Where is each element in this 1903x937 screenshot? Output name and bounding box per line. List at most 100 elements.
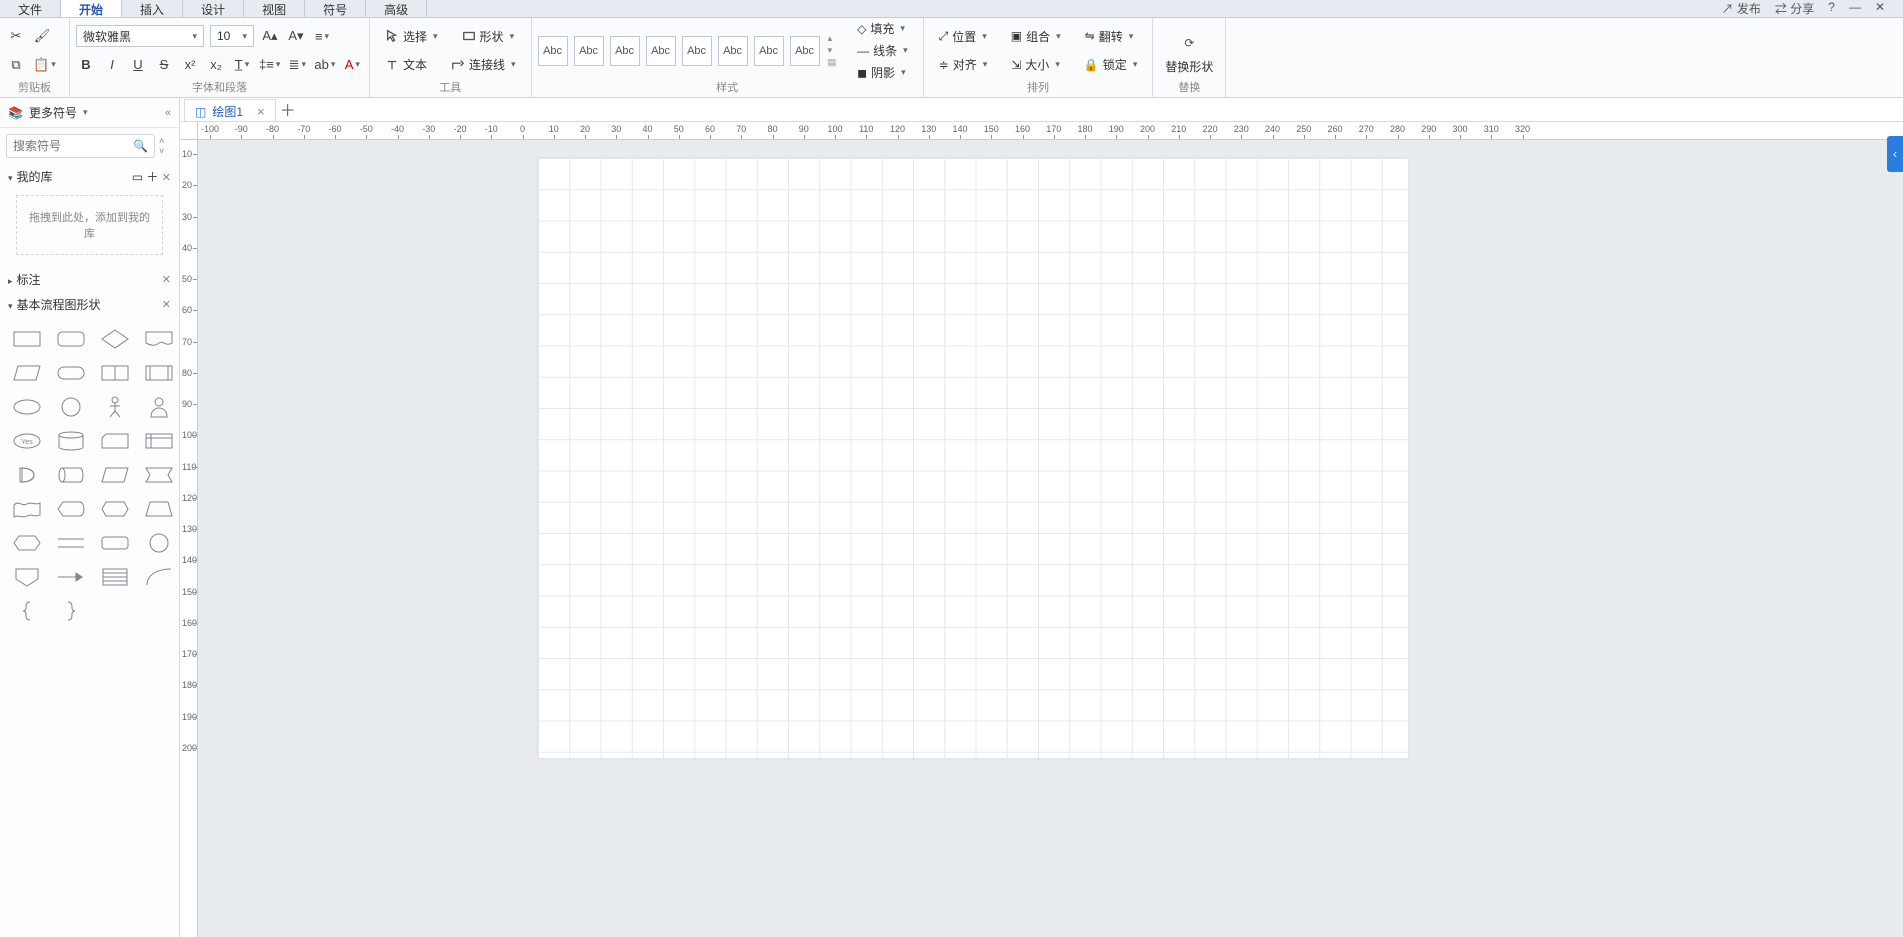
align-button[interactable]: ≑ 对齐 xyxy=(930,54,997,76)
shape-process2[interactable] xyxy=(96,529,134,557)
text-align-button[interactable]: ≡ xyxy=(312,25,332,47)
search-box[interactable]: 🔍 xyxy=(6,134,155,158)
underline-button[interactable]: U xyxy=(128,54,148,76)
shape-cylinder-h[interactable] xyxy=(52,461,90,489)
search-input[interactable] xyxy=(13,139,133,153)
line-spacing-button[interactable]: ‡≡ xyxy=(258,54,281,76)
style-preset-6[interactable]: Abc xyxy=(718,36,748,66)
basic-header[interactable]: ▾基本流程图形状 ✕ xyxy=(0,292,179,317)
style-scroll-down[interactable]: ▾ xyxy=(828,45,837,56)
font-color-button[interactable]: A xyxy=(342,54,362,76)
publish-button[interactable]: ↗ 发布 xyxy=(1722,0,1761,17)
shape-internal[interactable] xyxy=(140,427,178,455)
copy-button[interactable]: ⧉ xyxy=(6,54,26,76)
shape-manualop[interactable] xyxy=(96,461,134,489)
shape-actor[interactable] xyxy=(140,393,178,421)
help-button[interactable]: ? xyxy=(1828,0,1835,17)
menu-tab-file[interactable]: 文件 xyxy=(0,0,61,17)
ruler-horizontal[interactable]: -100-90-80-70-60-50-40-30-20-10010203040… xyxy=(198,122,1903,140)
fill-button[interactable]: ◇ 填充 xyxy=(848,18,917,40)
menu-tab-insert[interactable]: 插入 xyxy=(122,0,183,17)
format-painter-button[interactable]: 🖌 xyxy=(32,25,52,47)
menu-tab-start[interactable]: 开始 xyxy=(61,0,122,17)
shape-parallel[interactable] xyxy=(52,529,90,557)
strike-button[interactable]: S xyxy=(154,54,174,76)
shape-yes[interactable]: Yes xyxy=(8,427,46,455)
annot-close[interactable]: ✕ xyxy=(162,273,171,286)
ruler-vertical[interactable]: 1020304050607080901001101201301401501601… xyxy=(180,140,198,937)
sidebar-collapse[interactable]: « xyxy=(165,107,171,119)
style-preset-2[interactable]: Abc xyxy=(574,36,604,66)
text-tool[interactable]: 文本 xyxy=(376,54,436,76)
style-preset-7[interactable]: Abc xyxy=(754,36,784,66)
add-doc-tab[interactable]: ＋ xyxy=(276,97,300,121)
connector-tool[interactable]: 连接线 xyxy=(442,54,525,76)
menu-tab-symbol[interactable]: 符号 xyxy=(305,0,366,17)
case-button[interactable]: ab xyxy=(313,54,336,76)
shape-circle2[interactable] xyxy=(140,529,178,557)
font-size-select[interactable]: 10▾ xyxy=(210,25,254,47)
paste-button[interactable]: 📋 xyxy=(32,54,57,76)
share-button[interactable]: ⇄ 分享 xyxy=(1775,0,1814,17)
shape-circle[interactable] xyxy=(52,393,90,421)
style-preset-8[interactable]: Abc xyxy=(790,36,820,66)
drawing-page[interactable] xyxy=(538,158,1408,758)
style-scroll-up[interactable]: ▴ xyxy=(828,33,837,44)
doc-tab-1[interactable]: ◫ 绘图1 × xyxy=(184,99,276,121)
menu-tab-advanced[interactable]: 高级 xyxy=(366,0,427,17)
style-preset-4[interactable]: Abc xyxy=(646,36,676,66)
font-family-select[interactable]: 微软雅黑▾ xyxy=(76,25,204,47)
shape-offpage[interactable] xyxy=(8,563,46,591)
shape-trapezoid[interactable] xyxy=(140,495,178,523)
mylib-close[interactable]: ✕ xyxy=(162,172,171,184)
shape-tool[interactable]: 形状 xyxy=(453,25,524,47)
shape-terminator[interactable] xyxy=(52,359,90,387)
mylib-header[interactable]: ▾我的库 ▭ ＋ ✕ xyxy=(0,164,179,189)
shape-subproc[interactable] xyxy=(140,359,178,387)
italic-button[interactable]: I xyxy=(102,54,122,76)
mylib-dropzone[interactable]: 拖拽到此处，添加到我的库 xyxy=(16,195,163,255)
style-gallery[interactable]: ▤ xyxy=(828,57,837,68)
shape-card[interactable] xyxy=(96,427,134,455)
shape-parallelogram[interactable] xyxy=(8,359,46,387)
superscript-button[interactable]: x² xyxy=(180,54,200,76)
font-grow-button[interactable]: A▴ xyxy=(260,25,280,47)
bold-button[interactable]: B xyxy=(76,54,96,76)
close-button[interactable]: ✕ xyxy=(1875,0,1885,17)
shape-rect[interactable] xyxy=(8,325,46,353)
shape-tape[interactable] xyxy=(8,495,46,523)
shape-diamond[interactable] xyxy=(96,325,134,353)
shape-stick[interactable] xyxy=(96,393,134,421)
right-panel-toggle[interactable]: ‹ xyxy=(1887,136,1903,172)
position-button[interactable]: ⤢ 位置 xyxy=(930,25,996,47)
style-preset-5[interactable]: Abc xyxy=(682,36,712,66)
shape-document[interactable] xyxy=(140,325,178,353)
shape-arc[interactable] xyxy=(140,563,178,591)
shape-halfcircle[interactable] xyxy=(8,461,46,489)
search-prev[interactable]: ˄ xyxy=(159,136,173,146)
shape-loop[interactable] xyxy=(140,461,178,489)
annot-header[interactable]: ▸标注 ✕ xyxy=(0,267,179,292)
viewport[interactable] xyxy=(198,140,1903,937)
doc-tab-close[interactable]: × xyxy=(257,104,265,119)
shape-note[interactable] xyxy=(96,563,134,591)
style-preset-3[interactable]: Abc xyxy=(610,36,640,66)
line-button[interactable]: — 线条 xyxy=(848,40,917,62)
select-tool[interactable]: 选择 xyxy=(376,25,447,47)
text-direction-button[interactable]: T̲ xyxy=(232,54,252,76)
style-preset-1[interactable]: Abc xyxy=(538,36,568,66)
group-button[interactable]: ▣ 组合 xyxy=(1002,25,1070,47)
search-icon[interactable]: 🔍 xyxy=(133,139,148,153)
menu-tab-view[interactable]: 视图 xyxy=(244,0,305,17)
shape-brace-r[interactable] xyxy=(52,597,90,625)
shape-display[interactable] xyxy=(52,495,90,523)
cut-button[interactable]: ✂ xyxy=(6,25,26,47)
size-button[interactable]: ⇲ 大小 xyxy=(1002,54,1069,76)
shape-cylinder[interactable] xyxy=(52,427,90,455)
search-next[interactable]: ˅ xyxy=(159,146,173,156)
lock-button[interactable]: 🔒 锁定 xyxy=(1075,54,1147,76)
minimize-button[interactable]: — xyxy=(1849,0,1861,17)
shape-hex[interactable] xyxy=(8,529,46,557)
shape-predef[interactable] xyxy=(96,359,134,387)
font-shrink-button[interactable]: A▾ xyxy=(286,25,306,47)
